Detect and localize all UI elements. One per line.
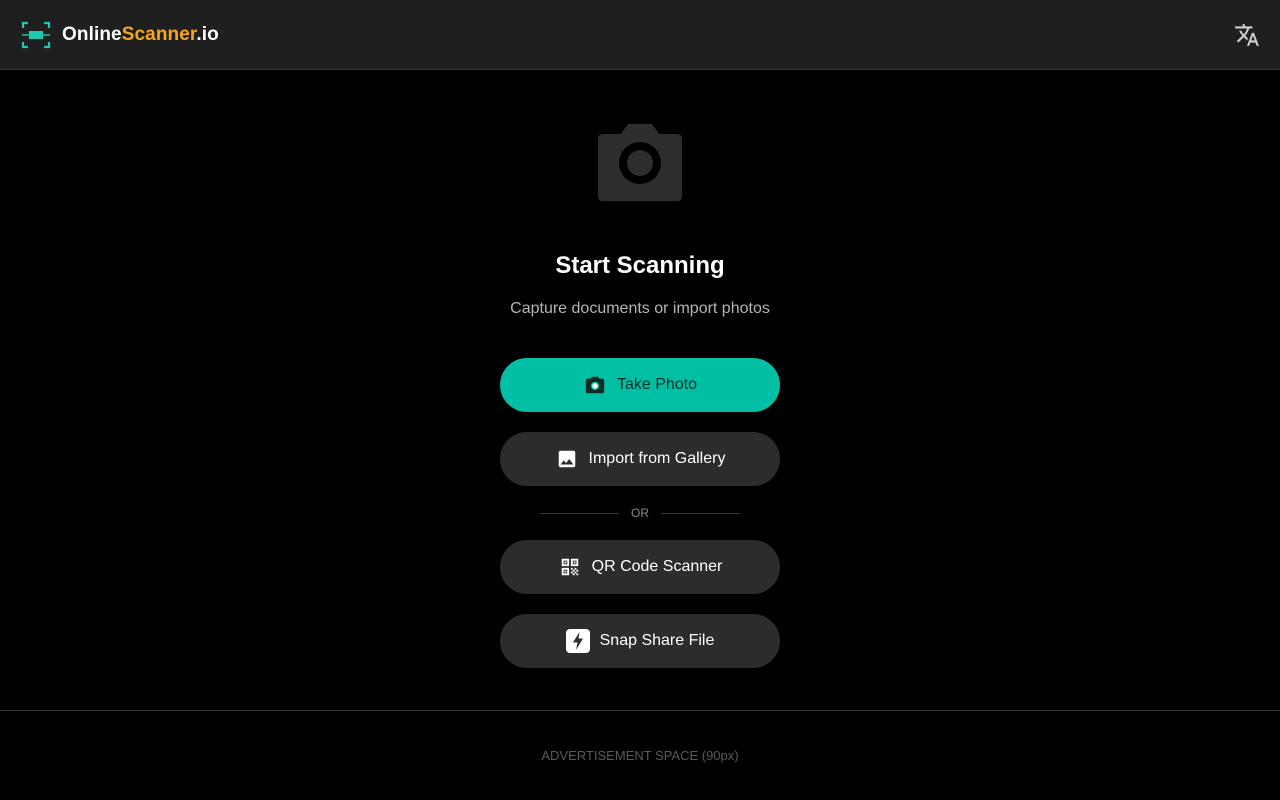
lightning-icon <box>565 629 590 653</box>
camera-icon <box>583 373 607 397</box>
import-gallery-label: Import from Gallery <box>588 450 726 467</box>
page-title: Start Scanning <box>555 252 725 279</box>
brand-part-scanner: Scanner <box>121 24 197 45</box>
page-subtitle: Capture documents or import photos <box>510 300 770 317</box>
app-header: OnlineScanner.io <box>0 0 1280 70</box>
image-icon <box>555 447 579 471</box>
translate-icon <box>1235 24 1259 46</box>
snap-share-file-button[interactable]: Snap Share File <box>500 614 780 668</box>
advertisement-text: ADVERTISEMENT SPACE (90px) <box>541 748 739 763</box>
divider-text: OR <box>631 506 649 520</box>
divider-line-left <box>540 512 619 514</box>
or-divider: OR <box>540 504 740 522</box>
brand-logo-text[interactable]: OnlineScanner.io <box>62 23 219 47</box>
scan-frame-icon <box>21 21 51 49</box>
import-gallery-button[interactable]: Import from Gallery <box>500 432 780 486</box>
qr-code-scanner-label: QR Code Scanner <box>591 558 723 575</box>
language-button[interactable] <box>1233 21 1261 49</box>
brand-part-online: Online <box>62 24 122 45</box>
advertisement-area: ADVERTISEMENT SPACE (90px) <box>0 710 1280 800</box>
divider-line-right <box>661 512 740 514</box>
qr-code-icon <box>558 555 582 579</box>
camera-icon <box>598 124 682 201</box>
qr-code-scanner-button[interactable]: QR Code Scanner <box>500 540 780 594</box>
take-photo-label: Take Photo <box>616 376 698 393</box>
take-photo-button[interactable]: Take Photo <box>500 358 780 412</box>
snap-share-file-label: Snap Share File <box>599 632 715 649</box>
brand-part-io: .io <box>196 24 219 45</box>
